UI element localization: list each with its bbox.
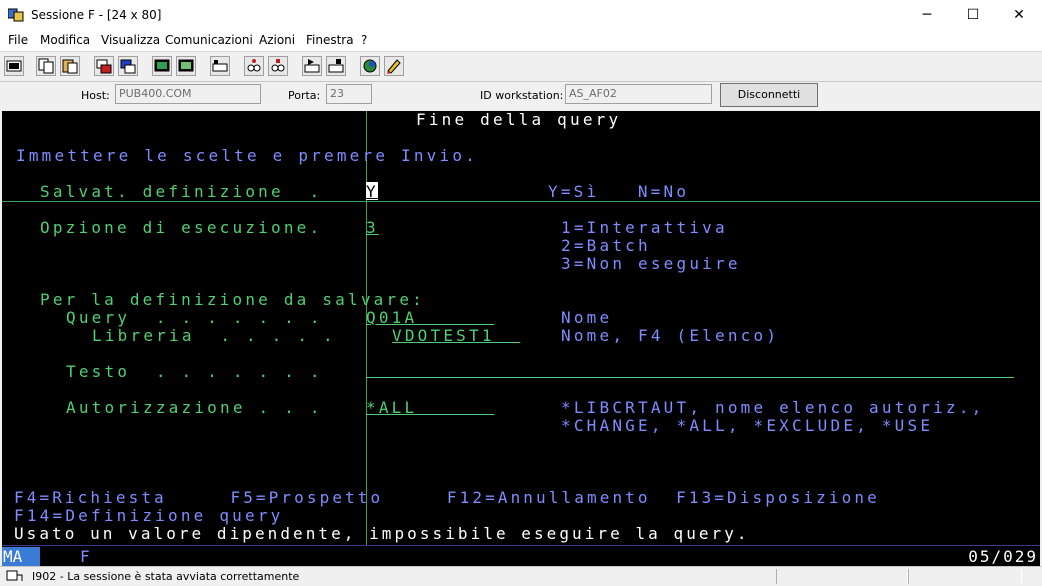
query-label: Query . . . . . . . [66,308,323,327]
authority-hint-2: *CHANGE, *ALL, *EXCLUDE, *USE [561,416,934,435]
save-definition-label: Salvat. definizione . [40,182,323,201]
macro-stop-icon[interactable] [268,56,288,76]
run-option-label: Opzione di esecuzione. [40,218,323,237]
save-definition-field[interactable]: Y [366,183,379,201]
run-option-batch: 2=Batch [561,236,651,255]
connection-status-icon [6,570,23,581]
macro-edit-icon[interactable] [326,56,346,76]
query-field[interactable]: Q01A [366,309,494,327]
macro-play-icon[interactable] [244,56,264,76]
marker-icon[interactable] [384,56,404,76]
library-label: Libreria . . . . . [92,326,336,345]
macro-run-icon[interactable] [302,56,322,76]
function-keys-2: F14=Definizione query [14,506,284,525]
toolbar [0,52,1042,82]
port-field[interactable]: 23 [326,84,372,104]
save-section-label: Per la definizione da salvare: [40,290,425,309]
authority-field[interactable]: *ALL [366,399,494,417]
menu-visualizza[interactable]: Visualizza [101,33,160,47]
mode-indicator: MA [2,547,40,566]
close-button[interactable]: ✕ [996,0,1042,31]
help-icon[interactable] [360,56,380,76]
operator-info-area: MA F 05/029 [2,545,1040,566]
maximize-button[interactable]: ☐ [950,0,996,31]
menu-file[interactable]: File [8,33,28,47]
cursor-position: 05/029 [968,547,1038,566]
menu-modifica[interactable]: Modifica [40,33,90,47]
app-icon [8,8,24,22]
host-field[interactable]: PUB400.COM [115,84,261,104]
query-hint: Nome [561,308,613,327]
status-panel-1 [776,569,908,584]
workstation-label: ID workstation: [480,89,564,102]
disconnect-button[interactable]: Disconnetti [720,83,818,107]
function-keys-1: F4=Richiesta F5=Prospetto F12=Annullamen… [14,488,880,507]
copy-icon[interactable] [36,56,56,76]
paste-icon[interactable] [60,56,80,76]
crosshair-horizontal [2,201,1040,202]
run-option-interactive: 1=Interattiva [561,218,728,237]
terminal-screen[interactable]: Fine della query Immettere le scelte e p… [2,111,1040,545]
connection-bar: Host: PUB400.COM Porta: 23 ID workstatio… [0,82,1042,110]
text-label: Testo . . . . . . . [66,362,323,381]
display-settings-icon[interactable] [152,56,172,76]
menu-comunicazioni[interactable]: Comunicazioni [165,33,253,47]
keyboard-map-icon[interactable] [176,56,196,76]
menu-bar: File Modifica Visualizza Comunicazioni A… [0,31,1042,52]
port-label: Porta: [288,89,321,102]
menu-azioni[interactable]: Azioni [259,33,295,47]
host-label: Host: [81,89,110,102]
text-field[interactable] [366,377,1014,378]
macro-record-icon[interactable] [210,56,230,76]
crosshair-vertical [366,111,367,545]
menu-finestra[interactable]: Finestra [306,33,354,47]
menu-help[interactable]: ? [361,33,367,47]
session-indicator: F [80,547,90,566]
authority-label: Autorizzazione . . . [66,398,323,417]
screen-title: Fine della query [416,111,622,129]
library-hint: Nome, F4 (Elenco) [561,326,780,345]
authority-hint-1: *LIBCRTAUT, nome elenco autoriz., [561,398,985,417]
save-definition-options: Y=Sì N=No [548,182,690,201]
status-bar: I902 - La sessione è stata avviata corre… [0,566,1042,586]
window-title: Sessione F - [24 x 80] [31,8,162,22]
status-panel-2 [908,569,1022,584]
library-field[interactable]: VDOTEST1 [392,327,520,345]
receive-file-icon[interactable] [118,56,138,76]
send-file-icon[interactable] [94,56,114,76]
run-option-none: 3=Non eseguire [561,254,741,273]
minimize-button[interactable]: ─ [904,0,950,31]
print-screen-icon[interactable] [4,56,24,76]
screen-instructions: Immettere le scelte e premere Invio. [16,146,478,165]
status-message: I902 - La sessione è stata avviata corre… [32,570,300,583]
workstation-field[interactable]: AS_AF02 [565,84,712,104]
title-bar: Sessione F - [24 x 80] ─ ☐ ✕ [0,0,1042,31]
run-option-field[interactable]: 3 [366,219,379,237]
error-message: Usato un valore dipendente, impossibile … [14,524,750,543]
